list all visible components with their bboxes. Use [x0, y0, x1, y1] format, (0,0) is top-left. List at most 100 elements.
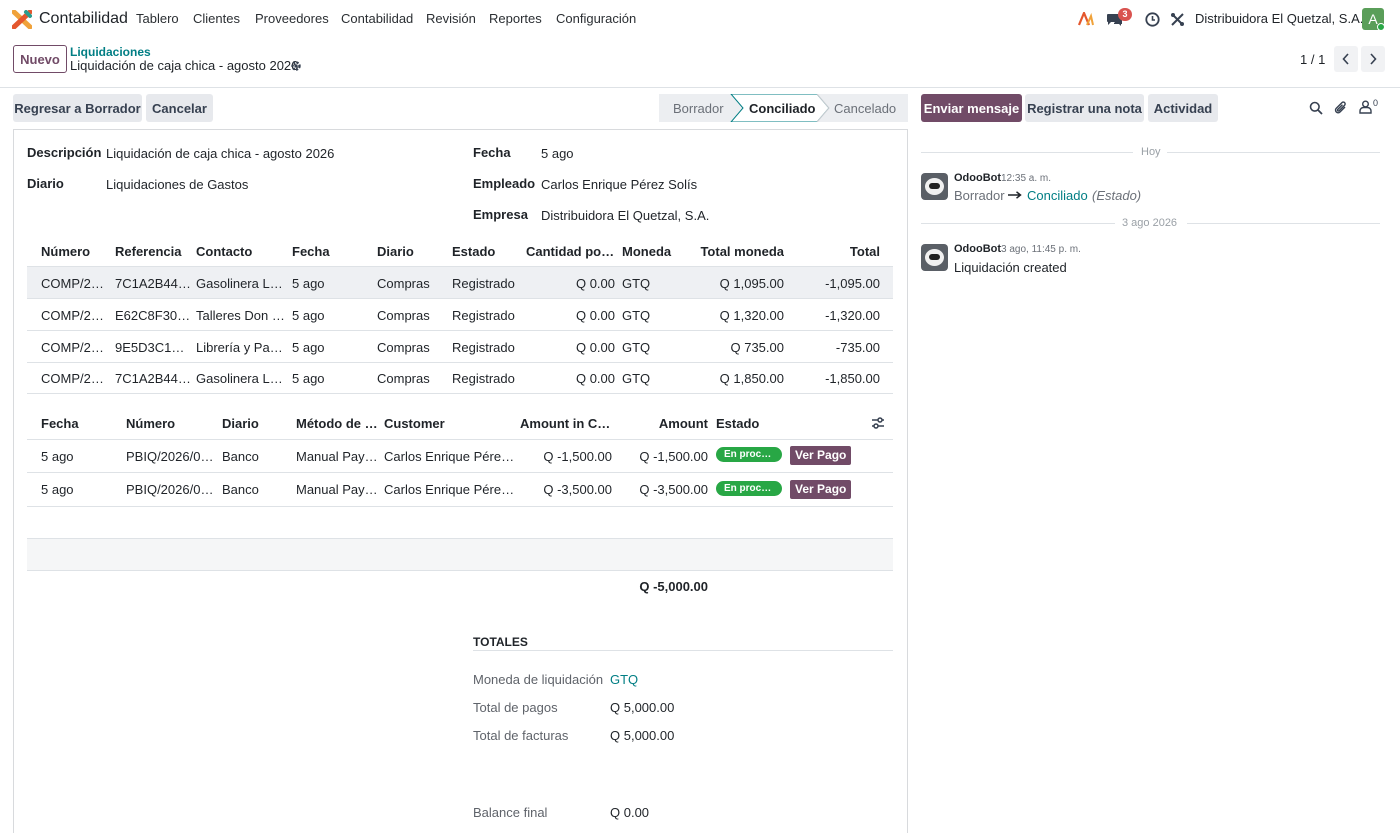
diario-field[interactable]: Liquidaciones de Gastos — [106, 177, 248, 192]
activity-clock-icon[interactable] — [1145, 12, 1160, 27]
col-total[interactable]: Total — [790, 244, 880, 259]
tracking-field-name: (Estado) — [1092, 188, 1142, 203]
moneda-liquidacion-link[interactable]: GTQ — [610, 672, 638, 687]
odoobot-avatar — [921, 244, 948, 271]
cell-cantidad: Q 0.00 — [575, 371, 615, 386]
message-body: Liquidación created — [954, 260, 1067, 275]
balance-final-value: Q 0.00 — [610, 805, 650, 820]
total-facturas-value: Q 5,000.00 — [610, 728, 675, 743]
cell-diario: Banco — [222, 482, 259, 497]
fecha-label: Fecha — [473, 145, 511, 160]
activity-button[interactable]: Actividad — [1148, 94, 1218, 122]
cell-estado: Registrado — [452, 340, 515, 355]
cell-numero: COMP/20… — [41, 276, 111, 291]
cell-amount-currency: Q -3,500.00 — [543, 482, 612, 497]
breadcrumb-parent[interactable]: Liquidaciones — [70, 45, 151, 59]
cell-moneda: GTQ — [622, 308, 651, 323]
cell-fecha: 5 ago — [292, 340, 325, 355]
reset-to-draft-button[interactable]: Regresar a Borrador — [13, 94, 142, 122]
gear-icon[interactable] — [290, 60, 302, 72]
new-button[interactable]: Nuevo — [13, 45, 67, 73]
col-fecha[interactable]: Fecha — [41, 416, 121, 431]
control-panel: Nuevo Liquidaciones Liquidación de caja … — [0, 38, 1400, 88]
descripcion-field[interactable]: Liquidación de caja chica - agosto 2026 — [106, 146, 334, 161]
pager-previous-button[interactable] — [1334, 46, 1358, 72]
col-cantidad[interactable]: Cantidad por … — [526, 244, 616, 259]
col-fecha[interactable]: Fecha — [292, 244, 372, 259]
total-facturas-label: Total de facturas — [473, 728, 569, 743]
col-amount-currency[interactable]: Amount in Cu… — [520, 416, 612, 431]
col-diario[interactable]: Diario — [377, 244, 447, 259]
record-title: Liquidación de caja chica - agosto 2026 — [70, 58, 299, 73]
ai-assistant-icon[interactable] — [1078, 12, 1094, 26]
menu-reportes[interactable]: Reportes — [489, 11, 542, 26]
company-switcher[interactable]: Distribuidora El Quetzal, S.A. — [1195, 11, 1363, 26]
col-numero[interactable]: Número — [126, 416, 218, 431]
menu-clientes[interactable]: Clientes — [193, 11, 240, 26]
optional-columns-icon[interactable] — [871, 416, 885, 430]
paperclip-icon[interactable] — [1334, 100, 1348, 115]
top-navbar: Contabilidad Tablero Clientes Proveedore… — [0, 0, 1400, 38]
stage-borrador[interactable]: Borrador — [673, 101, 724, 116]
followers-icon[interactable] — [1359, 100, 1372, 114]
col-estado[interactable]: Estado — [452, 244, 522, 259]
col-diario[interactable]: Diario — [222, 416, 292, 431]
col-estado[interactable]: Estado — [716, 416, 786, 431]
message-author[interactable]: OdooBot — [954, 243, 1001, 255]
cell-cantidad: Q 0.00 — [575, 340, 615, 355]
cell-numero: PBIQ/2026/00… — [126, 449, 216, 464]
cancel-button[interactable]: Cancelar — [146, 94, 213, 122]
balance-final-label: Balance final — [473, 805, 548, 820]
stage-cancelado[interactable]: Cancelado — [834, 101, 896, 116]
col-total-moneda[interactable]: Total moneda — [692, 244, 784, 259]
cell-metodo: Manual Pay… — [296, 449, 378, 464]
date-separator-today: Hoy — [1141, 146, 1161, 158]
search-icon[interactable] — [1309, 101, 1323, 115]
chevron-right-icon — [1370, 53, 1377, 65]
accounting-app-icon[interactable] — [12, 10, 32, 29]
col-amount[interactable]: Amount — [618, 416, 708, 431]
empleado-label: Empleado — [473, 176, 536, 191]
message-author[interactable]: OdooBot — [954, 172, 1001, 184]
status-badge: En proc… — [716, 481, 782, 496]
menu-configuracion[interactable]: Configuración — [556, 11, 636, 26]
status-badge: En proc… — [716, 447, 782, 462]
cell-diario: Compras — [377, 340, 430, 355]
cell-estado: Registrado — [452, 371, 515, 386]
view-payment-button[interactable]: Ver Pago — [790, 446, 852, 465]
cell-total: -1,320.00 — [825, 308, 880, 323]
pager-next-button[interactable] — [1361, 46, 1385, 72]
pager-value[interactable]: 1 / 1 — [1300, 52, 1325, 67]
cell-referencia: 7C1A2B44… — [115, 276, 191, 291]
menu-contabilidad[interactable]: Contabilidad — [341, 11, 413, 26]
col-moneda[interactable]: Moneda — [622, 244, 688, 259]
menu-proveedores[interactable]: Proveedores — [255, 11, 329, 26]
menu-tablero[interactable]: Tablero — [136, 11, 179, 26]
col-customer[interactable]: Customer — [384, 416, 504, 431]
cell-fecha: 5 ago — [292, 371, 325, 386]
empleado-field[interactable]: Carlos Enrique Pérez Solís — [541, 177, 697, 192]
col-contacto[interactable]: Contacto — [196, 244, 288, 259]
view-payment-button[interactable]: Ver Pago — [790, 480, 852, 499]
stage-conciliado[interactable]: Conciliado — [749, 101, 815, 116]
cell-contacto: Talleres Don B… — [196, 308, 288, 323]
empresa-field[interactable]: Distribuidora El Quetzal, S.A. — [541, 208, 709, 223]
cell-total: -1,850.00 — [825, 371, 880, 386]
cell-fecha: 5 ago — [41, 449, 74, 464]
fecha-field[interactable]: 5 ago — [541, 146, 574, 161]
menu-revision[interactable]: Revisión — [426, 11, 476, 26]
log-note-button[interactable]: Registrar una nota — [1025, 94, 1144, 122]
debug-tools-icon[interactable] — [1170, 12, 1185, 27]
col-referencia[interactable]: Referencia — [115, 244, 193, 259]
cell-fecha: 5 ago — [292, 276, 325, 291]
date-separator: 3 ago 2026 — [1122, 217, 1178, 229]
col-metodo[interactable]: Método de p… — [296, 416, 378, 431]
cell-customer: Carlos Enrique Pérez S… — [384, 482, 518, 497]
message-time: 3 ago, 11:45 p. m. — [1001, 244, 1081, 255]
cell-contacto: Gasolinera La … — [196, 276, 288, 291]
app-name[interactable]: Contabilidad — [39, 10, 128, 28]
col-numero[interactable]: Número — [41, 244, 111, 259]
cell-diario: Compras — [377, 371, 430, 386]
follower-count: 0 — [1373, 98, 1379, 108]
send-message-button[interactable]: Enviar mensaje — [921, 94, 1022, 122]
